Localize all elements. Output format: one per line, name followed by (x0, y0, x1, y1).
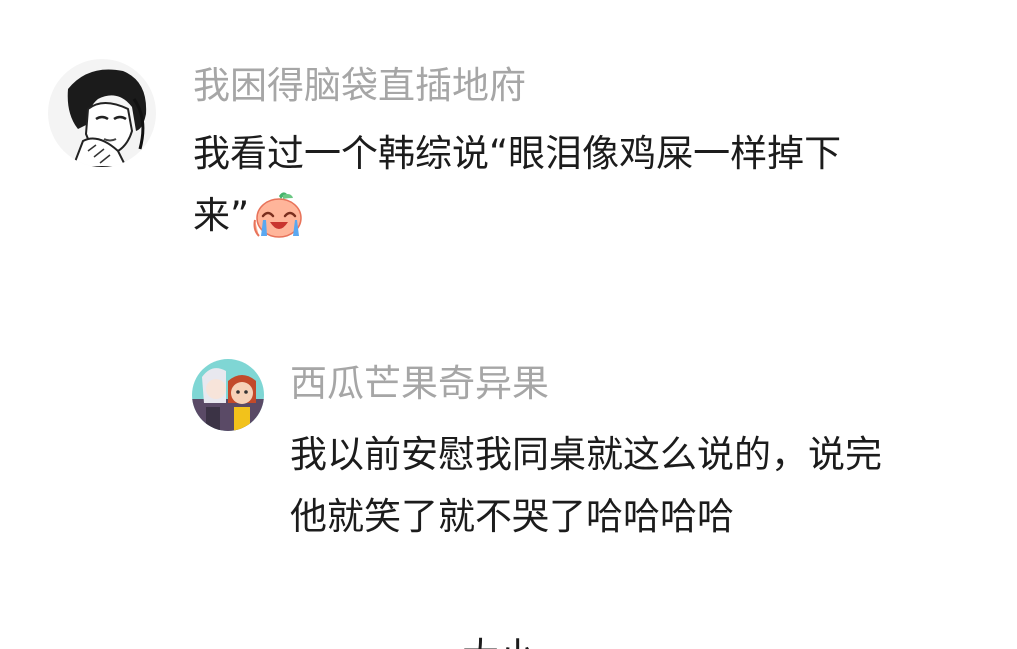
user-avatar[interactable] (48, 59, 156, 167)
anime-duo-avatar-icon (192, 359, 264, 431)
username[interactable]: 西瓜芒果奇异果 (290, 362, 549, 406)
next-comment-peek: 大小 (462, 635, 536, 649)
comment-line: 来” (193, 194, 250, 237)
comment-line: 我看过一个韩综说“眼泪像鸡屎一样掉下 (193, 132, 842, 175)
comment-thread: 我困得脑袋直插地府 我看过一个韩综说“眼泪像鸡屎一样掉下 来” 西瓜芒果奇异果 … (0, 0, 1017, 649)
user-avatar[interactable] (192, 359, 264, 431)
comment-text: 我看过一个韩综说“眼泪像鸡屎一样掉下 来” (193, 123, 841, 247)
comment-line-with-emoji: 来” (193, 185, 841, 247)
comment-line: 他就笑了就不哭了哈哈哈哈 (290, 495, 734, 538)
comment-text: 我以前安慰我同桌就这么说的，说完 他就笑了就不哭了哈哈哈哈 (290, 424, 882, 548)
manga-portrait-avatar-icon (48, 59, 156, 167)
crying-laughing-peach-emoji-icon (253, 190, 305, 238)
comment-line: 我以前安慰我同桌就这么说的，说完 (290, 433, 882, 476)
username[interactable]: 我困得脑袋直插地府 (193, 64, 526, 108)
